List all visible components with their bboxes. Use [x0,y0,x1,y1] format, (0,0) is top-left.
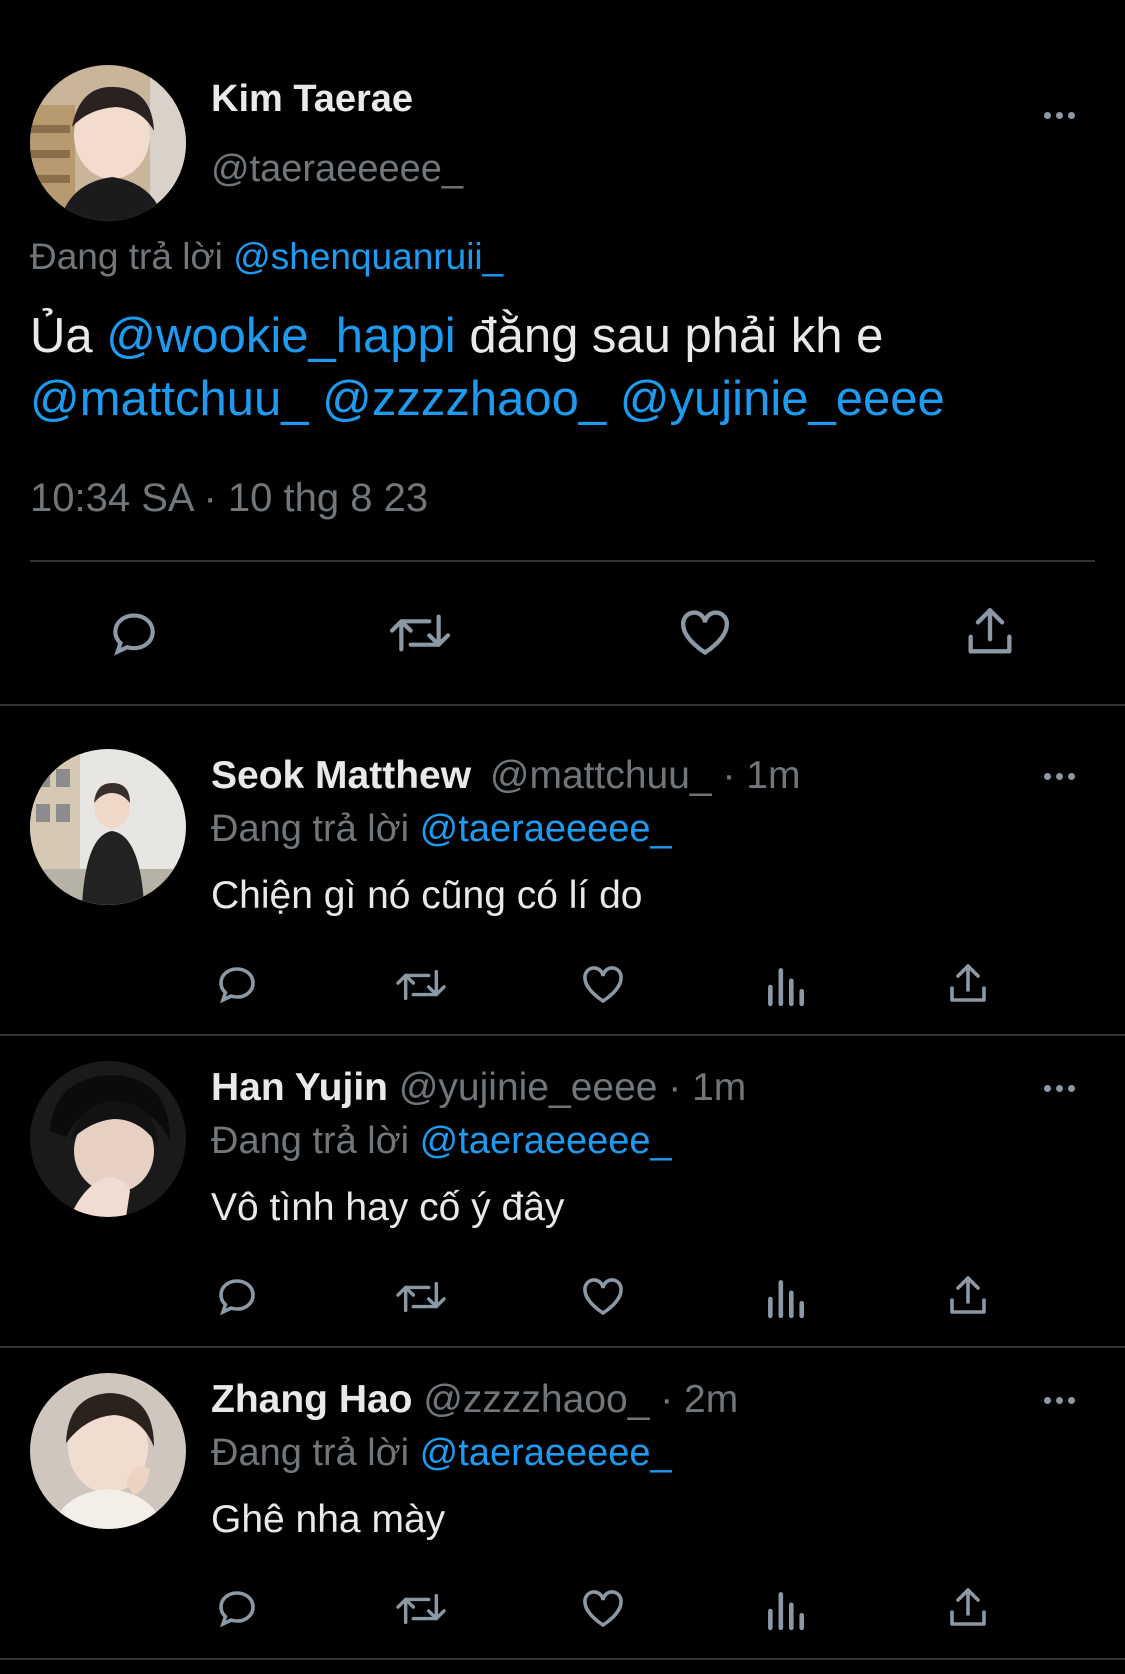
text-middle: đằng sau phải kh e [469,309,884,363]
reply-age: · 1m [668,1066,747,1109]
reply-to-link[interactable]: @taeraeeeee_ [420,1120,672,1162]
reply-icon[interactable] [213,1272,261,1320]
reply-age: · 1m [722,754,801,797]
reply-age: · 2m [660,1378,739,1421]
avatar[interactable] [30,65,186,221]
share-icon[interactable] [943,1584,993,1632]
author-name[interactable]: Han Yujin [211,1066,388,1109]
retweet-icon[interactable] [392,1586,450,1632]
retweet-icon[interactable] [392,1274,450,1320]
text-prefix: Ủa [30,309,93,363]
reply-to-link[interactable]: @taeraeeeee_ [420,808,672,850]
reply-context: Đang trả lời @taeraeeeee_ [211,1432,672,1475]
reply-text: Chiện gì nó cũng có lí do [211,874,643,917]
avatar[interactable] [30,1373,186,1529]
tweet-timestamp[interactable]: 10:34 SA · 10 thg 8 23 [30,476,428,521]
like-icon[interactable] [578,960,628,1008]
mention-link[interactable]: @zzzzhaoo_ [322,372,606,426]
reply-to-link[interactable]: @taeraeeeee_ [420,1432,672,1474]
divider [0,1658,1125,1660]
reply-header: Zhang Hao @zzzzhaoo_ · 2m [211,1378,738,1422]
views-icon[interactable] [764,962,806,1008]
reply-prefix: Đang trả lời [211,1432,410,1474]
reply-context: Đang trả lời @shenquanruii_ [30,236,503,278]
author-handle[interactable]: @yujinie_eeee [399,1066,658,1109]
reply-context: Đang trả lời @taeraeeeee_ [211,1120,672,1163]
more-options-icon[interactable] [1044,1397,1075,1404]
mention-link[interactable]: @yujinie_eeee [620,372,945,426]
reply-header: Seok Matthew @mattchuu_ · 1m [211,754,800,798]
reply-prefix: Đang trả lời [30,236,223,277]
share-icon[interactable] [943,960,993,1008]
author-handle[interactable]: @taeraeeeee_ [211,148,463,191]
divider [30,560,1095,562]
reply-text: Ghê nha mày [211,1498,446,1541]
reply-context: Đang trả lời @taeraeeeee_ [211,808,672,851]
views-icon[interactable] [764,1586,806,1632]
divider [0,1034,1125,1036]
reply-text: Vô tình hay cố ý đây [211,1186,565,1229]
like-icon[interactable] [578,1272,628,1320]
more-options-icon[interactable] [1044,1085,1075,1092]
mention-link[interactable]: @wookie_happi [106,309,455,363]
like-icon[interactable] [578,1584,628,1632]
retweet-icon[interactable] [392,962,450,1008]
more-options-icon[interactable] [1044,773,1075,780]
views-icon[interactable] [764,1274,806,1320]
reply-header: Han Yujin @yujinie_eeee · 1m [211,1066,746,1110]
retweet-icon[interactable] [385,605,455,661]
share-icon[interactable] [943,1272,993,1320]
avatar[interactable] [30,1061,186,1217]
reply-icon[interactable] [213,1584,261,1632]
author-name[interactable]: Kim Taerae [211,78,413,121]
author-name[interactable]: Seok Matthew [211,754,471,797]
reply-icon[interactable] [106,605,162,661]
reply-to-link[interactable]: @shenquanruii_ [233,236,503,277]
tweet-text: Ủa @wookie_happi đằng sau phải kh e @mat… [30,305,1100,431]
author-handle[interactable]: @mattchuu_ [490,754,712,797]
divider [0,1346,1125,1348]
author-name[interactable]: Zhang Hao [211,1378,413,1421]
divider [0,704,1125,706]
mention-link[interactable]: @mattchuu_ [30,372,309,426]
author-handle[interactable]: @zzzzhaoo_ [423,1378,649,1421]
more-options-icon[interactable] [1044,112,1075,119]
reply-prefix: Đang trả lời [211,808,410,850]
avatar[interactable] [30,749,186,905]
reply-prefix: Đang trả lời [211,1120,410,1162]
like-icon[interactable] [675,603,735,661]
reply-icon[interactable] [213,960,261,1008]
share-icon[interactable] [960,603,1020,661]
